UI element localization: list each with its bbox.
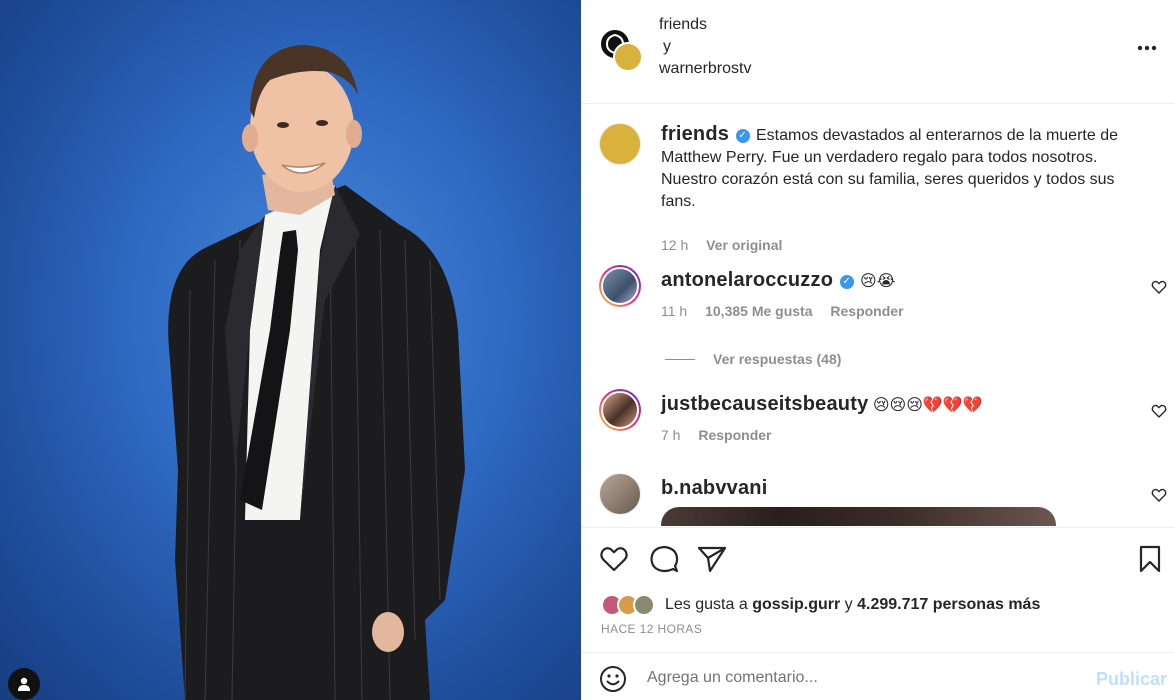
comment-avatar[interactable] bbox=[599, 265, 641, 307]
likes-count[interactable]: 4.299.717 personas más bbox=[857, 596, 1040, 614]
comment-avatar[interactable] bbox=[599, 389, 641, 431]
photo-portrait bbox=[168, 45, 465, 700]
person-icon bbox=[18, 677, 30, 691]
like-comment-heart-icon[interactable] bbox=[1151, 487, 1167, 503]
heart-icon bbox=[600, 547, 628, 572]
likes-prefix: Les gusta a bbox=[665, 596, 748, 613]
comment-username[interactable]: justbecauseitsbeauty bbox=[661, 393, 868, 415]
publish-button[interactable]: Publicar bbox=[1096, 669, 1167, 690]
reply-button[interactable]: Responder bbox=[830, 303, 903, 319]
like-comment-heart-icon[interactable] bbox=[1151, 279, 1167, 295]
comment-time[interactable]: 7 h bbox=[661, 427, 680, 443]
view-replies-button[interactable]: Ver respuestas (48) bbox=[665, 351, 841, 367]
comment-bubble-icon bbox=[650, 545, 679, 573]
like-comment-heart-icon[interactable] bbox=[1151, 403, 1167, 419]
caption-text-block: friends ✓ Estamos devastados al enterarn… bbox=[661, 123, 1141, 213]
caption-username[interactable]: friends bbox=[661, 123, 729, 145]
save-button[interactable] bbox=[1133, 542, 1167, 576]
tagged-user-icon[interactable] bbox=[8, 668, 40, 700]
more-options-button[interactable] bbox=[1135, 36, 1159, 60]
owner-username[interactable]: friends bbox=[659, 14, 751, 36]
send-paper-plane-icon bbox=[697, 546, 727, 573]
caption-text: Estamos devastados al enterarnos de la m… bbox=[661, 127, 1118, 210]
add-comment-bar: Publicar bbox=[581, 652, 1175, 700]
comment-media-preview[interactable] bbox=[661, 507, 1056, 526]
caption-meta: 12 h Ver original bbox=[661, 237, 796, 253]
comment-avatar[interactable] bbox=[599, 473, 641, 515]
replies-divider bbox=[665, 358, 695, 360]
liker-avatars bbox=[601, 594, 657, 616]
comment-text-block: antonelaroccuzzo ✓ 😢😭 bbox=[661, 269, 1141, 293]
more-horizontal-icon bbox=[1137, 45, 1157, 51]
comment-username[interactable]: antonelaroccuzzo bbox=[661, 269, 833, 291]
comment-meta: 7 h Responder bbox=[661, 427, 785, 443]
comments-list[interactable]: friends ✓ Estamos devastados al enterarn… bbox=[581, 105, 1175, 526]
bookmark-icon bbox=[1139, 545, 1161, 573]
post-owners: friends y warnerbrostv bbox=[659, 14, 751, 80]
post-image[interactable] bbox=[0, 0, 581, 700]
comment-text: 😢😢😢💔💔💔 bbox=[872, 397, 983, 414]
post-actions: Les gusta a gossip.gurr y 4.299.717 pers… bbox=[581, 527, 1175, 651]
comment-text: 😢😭 bbox=[860, 273, 896, 290]
friends-avatar[interactable] bbox=[613, 42, 643, 72]
post-timestamp[interactable]: HACE 12 HORAS bbox=[601, 622, 702, 636]
comment-text-block: justbecauseitsbeauty 😢😢😢💔💔💔 bbox=[661, 393, 1141, 417]
post-header: friends y warnerbrostv bbox=[581, 0, 1175, 104]
verified-badge-icon: ✓ bbox=[735, 129, 750, 143]
comment-button[interactable] bbox=[647, 542, 681, 576]
likes-user[interactable]: gossip.gurr bbox=[752, 596, 840, 614]
comment-likes[interactable]: 10,385 Me gusta bbox=[705, 303, 812, 319]
comment-username[interactable]: b.nabvvani bbox=[661, 477, 767, 499]
share-button[interactable] bbox=[695, 542, 729, 576]
comment-meta: 11 h 10,385 Me gusta Responder bbox=[661, 303, 918, 319]
reply-button[interactable]: Responder bbox=[698, 427, 771, 443]
comment-input[interactable] bbox=[647, 665, 1067, 691]
see-original-button[interactable]: Ver original bbox=[706, 237, 782, 253]
comment-time[interactable]: 11 h bbox=[661, 303, 687, 319]
view-replies-label: Ver respuestas (48) bbox=[713, 351, 842, 367]
post-details-panel: friends y warnerbrostv friends ✓ Estamos… bbox=[581, 0, 1175, 700]
caption-time[interactable]: 12 h bbox=[661, 237, 688, 253]
collab-avatars[interactable] bbox=[599, 28, 645, 74]
owner-joiner: y bbox=[663, 38, 671, 55]
likes-joiner: y bbox=[844, 596, 853, 613]
verified-badge-icon: ✓ bbox=[839, 275, 854, 289]
comment-text-block: b.nabvvani bbox=[661, 477, 1141, 501]
likes-summary[interactable]: Les gusta a gossip.gurr y 4.299.717 pers… bbox=[601, 594, 1040, 616]
emoji-smiley-icon[interactable] bbox=[599, 665, 627, 693]
like-button[interactable] bbox=[597, 542, 631, 576]
caption-avatar[interactable] bbox=[599, 123, 641, 165]
collaborator-username[interactable]: warnerbrostv bbox=[659, 58, 751, 80]
